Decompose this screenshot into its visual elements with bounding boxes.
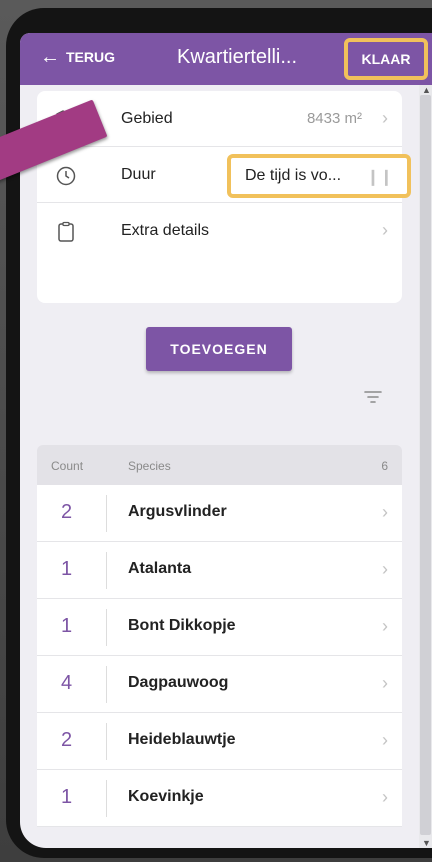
species-count: 2 (61, 501, 73, 523)
chevron-right-icon: › (382, 502, 388, 522)
species-list: 2 Argusvlinder › 1 Atalanta › 1 Bont Dik… (37, 485, 402, 827)
area-value: 8433 m² (306, 110, 362, 127)
duration-value: De tijd is vo... (245, 167, 342, 184)
species-name: Koevinkje (128, 788, 204, 805)
chevron-right-icon: › (382, 108, 388, 128)
chevron-right-icon: › (382, 220, 388, 240)
divider (106, 666, 107, 703)
list-item[interactable]: 1 Atalanta › (37, 542, 402, 599)
back-button[interactable]: ← TERUG (40, 46, 115, 68)
species-name: Dagpauwoog (128, 674, 229, 691)
list-item[interactable]: 4 Dagpauwoog › (37, 656, 402, 713)
page-title: Kwartiertelli... (177, 46, 298, 68)
filter-icon[interactable] (364, 390, 382, 404)
divider (106, 780, 107, 817)
back-label: TERUG (66, 49, 115, 65)
done-button[interactable]: KLAAR (344, 38, 428, 80)
list-item[interactable]: 1 Bont Dikkopje › (37, 599, 402, 656)
divider (106, 723, 107, 760)
list-item[interactable]: 1 Koevinkje › (37, 770, 402, 827)
species-count: 4 (61, 672, 73, 694)
clock-icon (56, 166, 76, 186)
extra-details-row[interactable]: Extra details › (37, 203, 402, 259)
species-name: Bont Dikkopje (128, 617, 236, 634)
species-count: 1 (61, 786, 73, 808)
duration-label: Duur (121, 166, 156, 183)
list-item[interactable]: 2 Argusvlinder › (37, 485, 402, 542)
chevron-right-icon: › (382, 616, 388, 636)
scrollbar[interactable]: ▲ ▼ (419, 85, 432, 848)
clipboard-icon (58, 221, 74, 242)
scrollbar-thumb[interactable] (420, 95, 431, 835)
divider (106, 609, 107, 646)
chevron-right-icon: › (382, 730, 388, 750)
scroll-down-icon[interactable]: ▼ (422, 838, 431, 848)
species-name: Argusvlinder (128, 503, 227, 520)
chevron-right-icon: › (382, 673, 388, 693)
back-arrow-icon: ← (40, 46, 60, 68)
list-item[interactable]: 2 Heideblauwtje › (37, 713, 402, 770)
species-count: 2 (61, 729, 73, 751)
app-bar: ← TERUG Kwartiertelli... KLAAR (20, 33, 432, 85)
count-column-header: Count (51, 459, 84, 473)
divider (106, 495, 107, 532)
scroll-up-icon[interactable]: ▲ (422, 85, 431, 95)
divider (106, 552, 107, 589)
species-name: Heideblauwtje (128, 731, 236, 748)
chevron-right-icon: › (382, 559, 388, 579)
duration-row[interactable]: Duur De tijd is vo... ❙❙ (37, 147, 411, 203)
species-count: 1 (61, 615, 73, 637)
species-column-header: Species (128, 459, 171, 473)
extra-details-label: Extra details (121, 222, 210, 239)
pause-icon[interactable]: ❙❙ (366, 167, 393, 187)
species-list-header: Count Species 6 (37, 445, 402, 485)
chevron-right-icon: › (382, 787, 388, 807)
species-count: 1 (61, 558, 73, 580)
app-screen: ← TERUG Kwartiertelli... KLAAR Gebied 84… (20, 33, 432, 848)
add-button[interactable]: TOEVOEGEN (146, 327, 292, 371)
area-label: Gebied (121, 110, 173, 127)
duration-value-box[interactable]: De tijd is vo... ❙❙ (227, 154, 411, 198)
species-name: Atalanta (128, 560, 192, 577)
species-total: 6 (381, 459, 388, 473)
